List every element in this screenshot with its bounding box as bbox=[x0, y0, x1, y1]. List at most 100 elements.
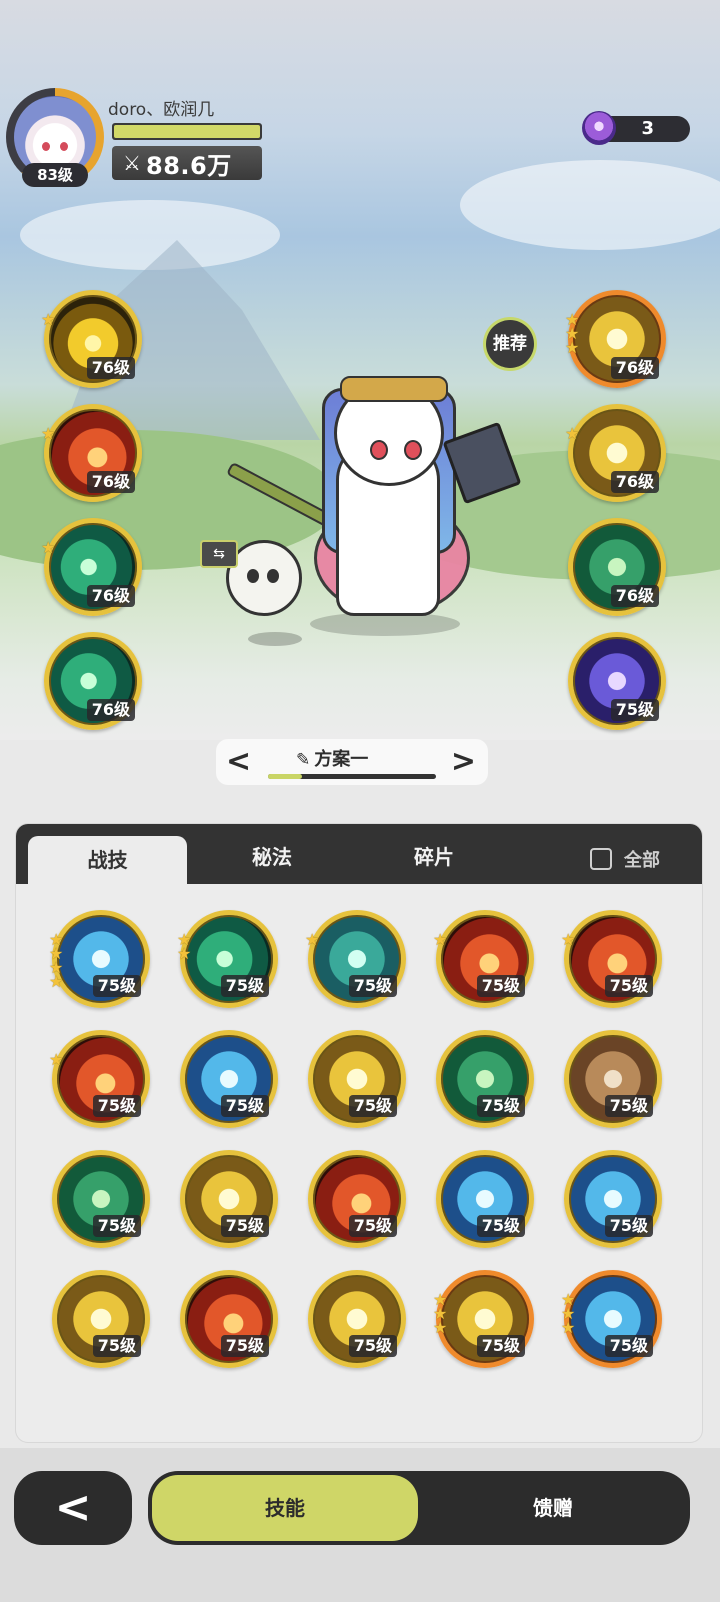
gem-icon bbox=[582, 111, 616, 145]
skill-card[interactable]: 75级 bbox=[564, 1150, 662, 1248]
plan-selector: < ✎ 方案一 > bbox=[216, 739, 488, 785]
star-rating: ★ bbox=[433, 932, 447, 948]
skill-card[interactable]: 75级 ★ bbox=[561, 910, 662, 1008]
character-crown bbox=[340, 376, 448, 402]
skill-card[interactable]: 75级 bbox=[436, 1150, 534, 1248]
star-rating: ★ ★ ★ ★ bbox=[49, 932, 64, 991]
skill-level-label: 76级 bbox=[610, 585, 659, 607]
show-all-checkbox[interactable] bbox=[590, 848, 612, 870]
star-rating: ★ bbox=[41, 310, 56, 329]
star-icon: ★ bbox=[49, 972, 64, 991]
equipped-skill-left[interactable]: 76级 bbox=[44, 632, 142, 730]
skill-card[interactable]: 75级 bbox=[180, 1150, 278, 1248]
exp-fill bbox=[114, 125, 260, 138]
star-icon: ★ bbox=[41, 538, 56, 557]
cloud bbox=[460, 160, 720, 250]
recommend-button[interactable]: 推荐 bbox=[486, 320, 534, 368]
star-rating: ★ bbox=[49, 1050, 64, 1069]
skill-level-label: 75级 bbox=[348, 1335, 397, 1357]
star-rating: ★ bbox=[561, 932, 575, 948]
swap-pet-button[interactable]: ⇆ bbox=[200, 540, 238, 568]
skill-level-label: 75级 bbox=[220, 1215, 269, 1237]
skill-inventory-panel: 战技 秘法 碎片 全部 75级 ★ ★ ★ ★ 75级 ★ ★ 75级 ★ 75级 ★ 75级 ★ 75级 ★… bbox=[16, 824, 702, 1442]
skill-level-label: 75级 bbox=[476, 1215, 525, 1237]
equipped-skill-left[interactable]: 76级 ★ bbox=[41, 518, 142, 616]
skill-card[interactable]: 75级 ★ bbox=[305, 910, 406, 1008]
back-button[interactable]: < bbox=[14, 1471, 132, 1545]
equipped-skill-right[interactable]: 76级 bbox=[568, 518, 666, 616]
character-eye bbox=[370, 440, 388, 460]
skill-level-label: 76级 bbox=[86, 357, 135, 379]
skill-card[interactable]: 75级 ★ ★ ★ ★ bbox=[49, 910, 150, 1008]
plan-page-indicator bbox=[268, 774, 436, 779]
skill-level-label: 75级 bbox=[604, 975, 653, 997]
skill-card[interactable]: 75级 bbox=[180, 1270, 278, 1368]
skill-level-label: 76级 bbox=[610, 357, 659, 379]
crossed-swords-icon: ⚔ bbox=[123, 151, 141, 175]
skill-level-label: 76级 bbox=[86, 471, 135, 493]
star-rating: ★ ★ ★ bbox=[565, 312, 580, 357]
plan-next-button[interactable]: > bbox=[451, 743, 476, 781]
star-rating: ★ ★ bbox=[177, 932, 191, 962]
combat-power: ⚔ 88.6万 bbox=[112, 146, 262, 180]
skill-card[interactable]: 75级 ★ ★ bbox=[177, 910, 278, 1008]
star-icon: ★ bbox=[565, 424, 580, 443]
equipped-skill-right[interactable]: 76级 ★ bbox=[565, 404, 666, 502]
show-all-toggle[interactable]: 全部 bbox=[590, 846, 660, 872]
skill-card[interactable]: 75级 ★ ★ ★ bbox=[561, 1270, 662, 1368]
skill-card[interactable]: 75级 ★ bbox=[433, 910, 534, 1008]
skill-level-label: 75级 bbox=[348, 1215, 397, 1237]
star-icon: ★ bbox=[49, 1050, 64, 1069]
skill-level-label: 75级 bbox=[604, 1215, 653, 1237]
skill-card[interactable]: 75级 ★ bbox=[49, 1030, 150, 1128]
skill-level-label: 75级 bbox=[610, 699, 659, 721]
skill-level-label: 75级 bbox=[220, 1095, 269, 1117]
skill-card[interactable]: 75级 bbox=[52, 1270, 150, 1368]
skill-level-label: 75级 bbox=[348, 1095, 397, 1117]
skill-level-label: 75级 bbox=[476, 1095, 525, 1117]
nav-skills-button[interactable]: 技能 bbox=[152, 1475, 418, 1541]
skill-level-label: 76级 bbox=[610, 471, 659, 493]
star-icon: ★ bbox=[41, 310, 56, 329]
tab-bar: 战技 秘法 碎片 全部 bbox=[16, 824, 702, 884]
skill-card[interactable]: 75级 bbox=[180, 1030, 278, 1128]
plan-prev-button[interactable]: < bbox=[226, 743, 251, 781]
equipped-skill-left[interactable]: 76级 ★ bbox=[41, 290, 142, 388]
skill-card[interactable]: 75级 ★ ★ ★ bbox=[433, 1270, 534, 1368]
nav-gift-button[interactable]: 馈赠 bbox=[488, 1471, 618, 1545]
player-level: 83级 bbox=[22, 163, 88, 187]
star-rating: ★ ★ ★ bbox=[433, 1292, 448, 1337]
tab-fragments[interactable]: 碎片 bbox=[352, 824, 516, 884]
skill-level-label: 76级 bbox=[86, 699, 135, 721]
exp-bar bbox=[112, 123, 262, 140]
star-rating: ★ ★ ★ bbox=[561, 1292, 575, 1336]
skill-level-label: 75级 bbox=[92, 975, 141, 997]
skill-level-label: 75级 bbox=[476, 975, 525, 997]
skill-level-label: 75级 bbox=[220, 1335, 269, 1357]
skill-card[interactable]: 75级 bbox=[52, 1150, 150, 1248]
plan-name[interactable]: ✎ 方案一 bbox=[296, 745, 368, 771]
cloud bbox=[20, 200, 280, 270]
equipped-skill-right[interactable]: 75级 bbox=[568, 632, 666, 730]
star-rating: ★ bbox=[41, 538, 56, 557]
star-icon: ★ bbox=[433, 1318, 448, 1337]
star-icon: ★ bbox=[41, 424, 56, 443]
star-icon: ★ bbox=[565, 338, 580, 357]
tab-combat-skills[interactable]: 战技 bbox=[28, 836, 187, 884]
star-icon: ★ bbox=[305, 930, 320, 949]
character-eye bbox=[404, 440, 422, 460]
skill-level-label: 75级 bbox=[92, 1215, 141, 1237]
star-rating: ★ bbox=[305, 930, 320, 949]
equipped-skill-right[interactable]: 76级 ★ ★ ★ bbox=[565, 290, 666, 388]
skill-card[interactable]: 75级 bbox=[564, 1030, 662, 1128]
skill-level-label: 75级 bbox=[604, 1335, 653, 1357]
skill-card[interactable]: 75级 bbox=[308, 1030, 406, 1128]
plan-page-indicator-fill bbox=[268, 774, 302, 779]
skill-card[interactable]: 75级 bbox=[436, 1030, 534, 1128]
tab-secret-arts[interactable]: 秘法 bbox=[192, 824, 352, 884]
equipped-skill-left[interactable]: 76级 ★ bbox=[41, 404, 142, 502]
currency-counter[interactable]: 3 bbox=[582, 111, 690, 145]
skill-level-label: 75级 bbox=[476, 1335, 525, 1357]
skill-card[interactable]: 75级 bbox=[308, 1150, 406, 1248]
skill-card[interactable]: 75级 bbox=[308, 1270, 406, 1368]
